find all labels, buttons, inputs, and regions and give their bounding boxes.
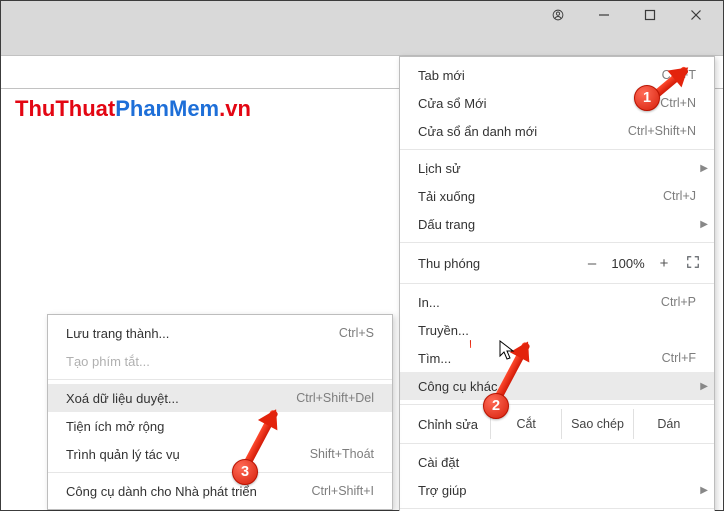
menu-shortcut: Ctrl+Shift+I xyxy=(311,484,374,498)
menu-shortcut: Ctrl+Shift+N xyxy=(628,124,696,138)
menu-label: Tải xuống xyxy=(418,189,663,204)
annotation-badge-2: 2 xyxy=(483,393,509,419)
menu-separator xyxy=(400,443,714,444)
menu-shortcut: Shift+Thoát xyxy=(310,447,374,461)
menu-separator xyxy=(400,149,714,150)
zoom-level: 100% xyxy=(606,256,650,271)
annotation-badge-1: 1 xyxy=(634,85,660,111)
menu-label: Lưu trang thành... xyxy=(66,326,339,341)
annotation-badge-3: 3 xyxy=(232,459,258,485)
menu-label: Thu phóng xyxy=(418,256,578,271)
menu-separator xyxy=(400,404,714,405)
edit-paste-button[interactable]: Dán xyxy=(633,409,704,439)
menu-item-history[interactable]: Lịch sử ▶ xyxy=(400,154,714,182)
close-button[interactable] xyxy=(673,1,719,29)
menu-label: Trợ giúp xyxy=(418,483,696,498)
chrome-main-menu: Tab mới Ctrl+T Cửa sổ Mới Ctrl+N Cửa sổ … xyxy=(399,56,715,511)
menu-shortcut: Ctrl+S xyxy=(339,326,374,340)
menu-shortcut: Ctrl+J xyxy=(663,189,696,203)
zoom-in-button[interactable]: + xyxy=(650,255,678,272)
menu-item-find[interactable]: Tìm... Ctrl+F xyxy=(400,344,714,372)
menu-label: Dấu trang xyxy=(418,217,696,232)
submenu-item-task-manager[interactable]: Trình quản lý tác vụ Shift+Thoát xyxy=(48,440,392,468)
menu-label: Công cụ dành cho Nhà phát triển xyxy=(66,484,311,499)
menu-label: Tab mới xyxy=(418,68,662,83)
menu-label: In... xyxy=(418,295,661,310)
menu-separator xyxy=(400,283,714,284)
submenu-item-create-shortcut: Tạo phím tắt... xyxy=(48,347,392,375)
menu-item-downloads[interactable]: Tải xuống Ctrl+J xyxy=(400,182,714,210)
menu-item-new-window[interactable]: Cửa sổ Mới Ctrl+N xyxy=(400,89,714,117)
menu-label: Lịch sử xyxy=(418,161,696,176)
menu-label: Truyền... xyxy=(418,323,696,338)
menu-separator xyxy=(400,242,714,243)
menu-label: Trình quản lý tác vụ xyxy=(66,447,310,462)
menu-label: Chỉnh sửa xyxy=(418,417,490,432)
menu-item-settings[interactable]: Cài đặt xyxy=(400,448,714,476)
fullscreen-icon[interactable] xyxy=(686,255,700,272)
menu-shortcut: Ctrl+N xyxy=(660,96,696,110)
chevron-right-icon: ▶ xyxy=(700,219,708,230)
menu-shortcut: Ctrl+P xyxy=(661,295,696,309)
submenu-item-save-page[interactable]: Lưu trang thành... Ctrl+S xyxy=(48,319,392,347)
menu-shortcut: Ctrl+F xyxy=(662,351,696,365)
menu-label: Tạo phím tắt... xyxy=(66,354,374,369)
menu-label: Tiện ích mở rộng xyxy=(66,419,374,434)
minimize-button[interactable] xyxy=(581,1,627,29)
menu-item-incognito[interactable]: Cửa sổ ẩn danh mới Ctrl+Shift+N xyxy=(400,117,714,145)
annotation-arrow xyxy=(470,340,471,348)
menu-item-help[interactable]: Trợ giúp ▶ xyxy=(400,476,714,504)
submenu-item-developer-tools[interactable]: Công cụ dành cho Nhà phát triển Ctrl+Shi… xyxy=(48,477,392,505)
menu-item-print[interactable]: In... Ctrl+P xyxy=(400,288,714,316)
mouse-cursor-icon xyxy=(499,340,515,362)
menu-item-edit: Chỉnh sửa Cắt Sao chép Dán xyxy=(400,409,714,439)
more-tools-submenu: Lưu trang thành... Ctrl+S Tạo phím tắt..… xyxy=(47,314,393,510)
zoom-out-button[interactable]: – xyxy=(578,255,606,272)
menu-label: Tìm... xyxy=(418,351,662,366)
watermark-logo: ThuThuatPhanMem.vn xyxy=(15,96,251,122)
menu-separator xyxy=(48,379,392,380)
account-icon[interactable] xyxy=(535,1,581,29)
menu-label: Xoá dữ liệu duyệt... xyxy=(66,391,296,406)
menu-label: Cửa sổ ẩn danh mới xyxy=(418,124,628,139)
menu-separator xyxy=(400,508,714,509)
menu-item-more-tools[interactable]: Công cụ khác ▶ xyxy=(400,372,714,400)
tab-strip xyxy=(1,29,723,55)
menu-item-cast[interactable]: Truyền... xyxy=(400,316,714,344)
submenu-item-clear-browsing-data[interactable]: Xoá dữ liệu duyệt... Ctrl+Shift+Del xyxy=(48,384,392,412)
window-titlebar xyxy=(1,1,723,29)
menu-label: Công cụ khác xyxy=(418,379,696,394)
maximize-button[interactable] xyxy=(627,1,673,29)
edit-copy-button[interactable]: Sao chép xyxy=(561,409,632,439)
chevron-right-icon: ▶ xyxy=(700,485,708,496)
chevron-right-icon: ▶ xyxy=(700,163,708,174)
menu-item-bookmarks[interactable]: Dấu trang ▶ xyxy=(400,210,714,238)
chevron-right-icon: ▶ xyxy=(700,381,708,392)
menu-shortcut: Ctrl+Shift+Del xyxy=(296,391,374,405)
menu-separator xyxy=(48,472,392,473)
submenu-item-extensions[interactable]: Tiện ích mở rộng xyxy=(48,412,392,440)
menu-item-zoom: Thu phóng – 100% + xyxy=(400,247,714,279)
menu-label: Cài đặt xyxy=(418,455,696,470)
menu-label: Cửa sổ Mới xyxy=(418,96,660,111)
